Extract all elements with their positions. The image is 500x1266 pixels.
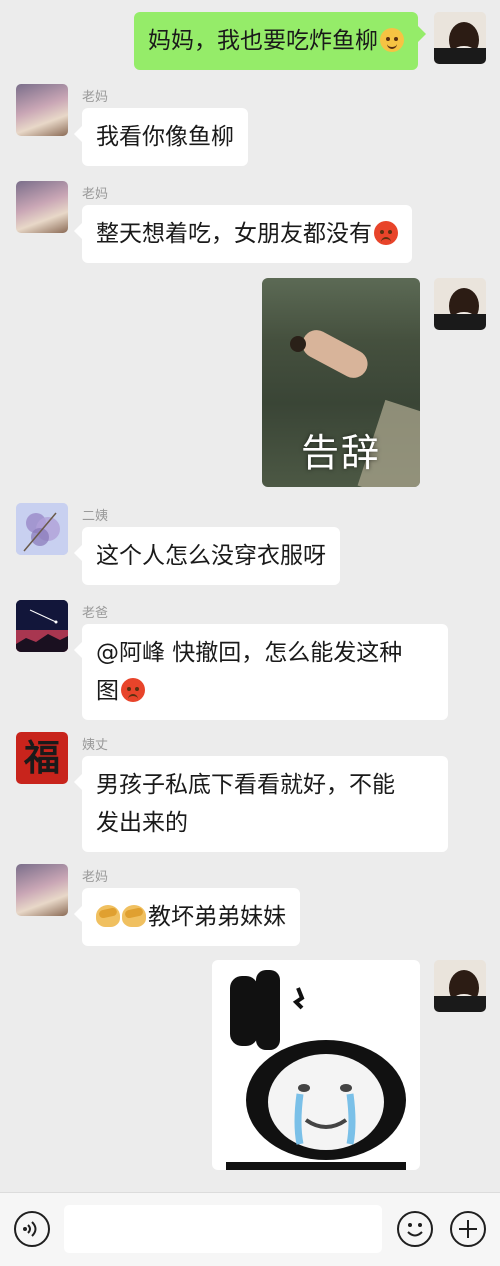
message-bubble-incoming[interactable]: 整天想着吃，女朋友都没有 bbox=[74, 205, 412, 263]
voice-icon bbox=[23, 1221, 37, 1237]
emoji-button[interactable] bbox=[397, 1211, 433, 1247]
message-bubble-incoming[interactable]: 我看你像鱼柳 bbox=[74, 108, 248, 166]
voice-button[interactable] bbox=[14, 1211, 50, 1247]
facepalm-icon bbox=[122, 905, 146, 927]
my-avatar[interactable] bbox=[434, 278, 486, 330]
my-avatar-image bbox=[434, 960, 486, 1012]
night-sky-icon bbox=[16, 600, 68, 652]
message-text-line: 男孩子私底下看看就好，不能 bbox=[96, 772, 395, 798]
figure-shape bbox=[297, 325, 373, 383]
head-shape bbox=[290, 336, 306, 352]
sender-name: 老妈 bbox=[82, 90, 109, 105]
message-bubble-incoming[interactable]: 这个人怎么没穿衣服呀 bbox=[74, 527, 340, 585]
chat-messages[interactable]: 妈妈，我也要吃炸鱼柳 老妈 我看你像鱼柳 老妈 整天想着吃，女朋友都没有 告辞 bbox=[0, 0, 500, 1192]
crying-panda-icon bbox=[226, 970, 406, 1170]
message-bubble-outgoing-1[interactable]: 妈妈，我也要吃炸鱼柳 bbox=[134, 12, 426, 70]
mom-avatar[interactable] bbox=[16, 181, 68, 233]
aunt-avatar[interactable] bbox=[16, 503, 68, 555]
smiling-face-icon bbox=[380, 28, 404, 52]
uncle-avatar[interactable]: 福 bbox=[16, 732, 68, 784]
image-caption: 告辞 bbox=[300, 431, 381, 475]
message-text: 整天想着吃，女朋友都没有 bbox=[96, 221, 372, 247]
input-bar bbox=[0, 1192, 500, 1266]
message-text: 我看你像鱼柳 bbox=[96, 124, 234, 150]
message-text-line: 发出来的 bbox=[96, 810, 188, 836]
message-text: 妈妈，我也要吃炸鱼柳 bbox=[148, 28, 378, 54]
message-text-line: 图 bbox=[96, 678, 119, 704]
fu-character: 福 bbox=[23, 737, 60, 779]
emoji-icon bbox=[407, 1223, 423, 1237]
message-bubble-incoming[interactable]: 男孩子私底下看看就好，不能 发出来的 bbox=[74, 756, 448, 852]
meme-image-swimmer[interactable]: 告辞 bbox=[262, 278, 420, 487]
more-button[interactable] bbox=[450, 1211, 486, 1247]
dad-avatar[interactable] bbox=[16, 600, 68, 652]
mom-avatar[interactable] bbox=[16, 84, 68, 136]
message-bubble-incoming[interactable]: @阿峰 快撤回，怎么能发这种 图 bbox=[74, 624, 448, 720]
sender-name: 老妈 bbox=[82, 187, 109, 202]
message-text: 这个人怎么没穿衣服呀 bbox=[96, 543, 326, 569]
meme-image-panda[interactable] bbox=[212, 960, 420, 1170]
message-text: 教坏弟弟妹妹 bbox=[148, 904, 286, 930]
mom-avatar[interactable] bbox=[16, 864, 68, 916]
sender-name: 二姨 bbox=[82, 509, 109, 524]
message-input[interactable] bbox=[64, 1205, 382, 1253]
my-avatar-image bbox=[434, 12, 486, 64]
my-avatar[interactable] bbox=[434, 12, 486, 64]
facepalm-icon bbox=[96, 905, 120, 927]
sender-name: 老爸 bbox=[82, 606, 109, 621]
message-text-line: @阿峰 快撤回，怎么能发这种 bbox=[96, 640, 403, 666]
sender-name: 老妈 bbox=[82, 870, 109, 885]
my-avatar-image bbox=[434, 278, 486, 330]
angry-face-icon bbox=[374, 221, 398, 245]
blossom-icon bbox=[16, 503, 68, 555]
my-avatar[interactable] bbox=[434, 960, 486, 1012]
message-bubble-incoming[interactable]: 教坏弟弟妹妹 bbox=[74, 888, 300, 946]
plus-icon bbox=[459, 1220, 477, 1238]
sender-name: 姨丈 bbox=[82, 738, 109, 753]
angry-face-icon bbox=[121, 678, 145, 702]
